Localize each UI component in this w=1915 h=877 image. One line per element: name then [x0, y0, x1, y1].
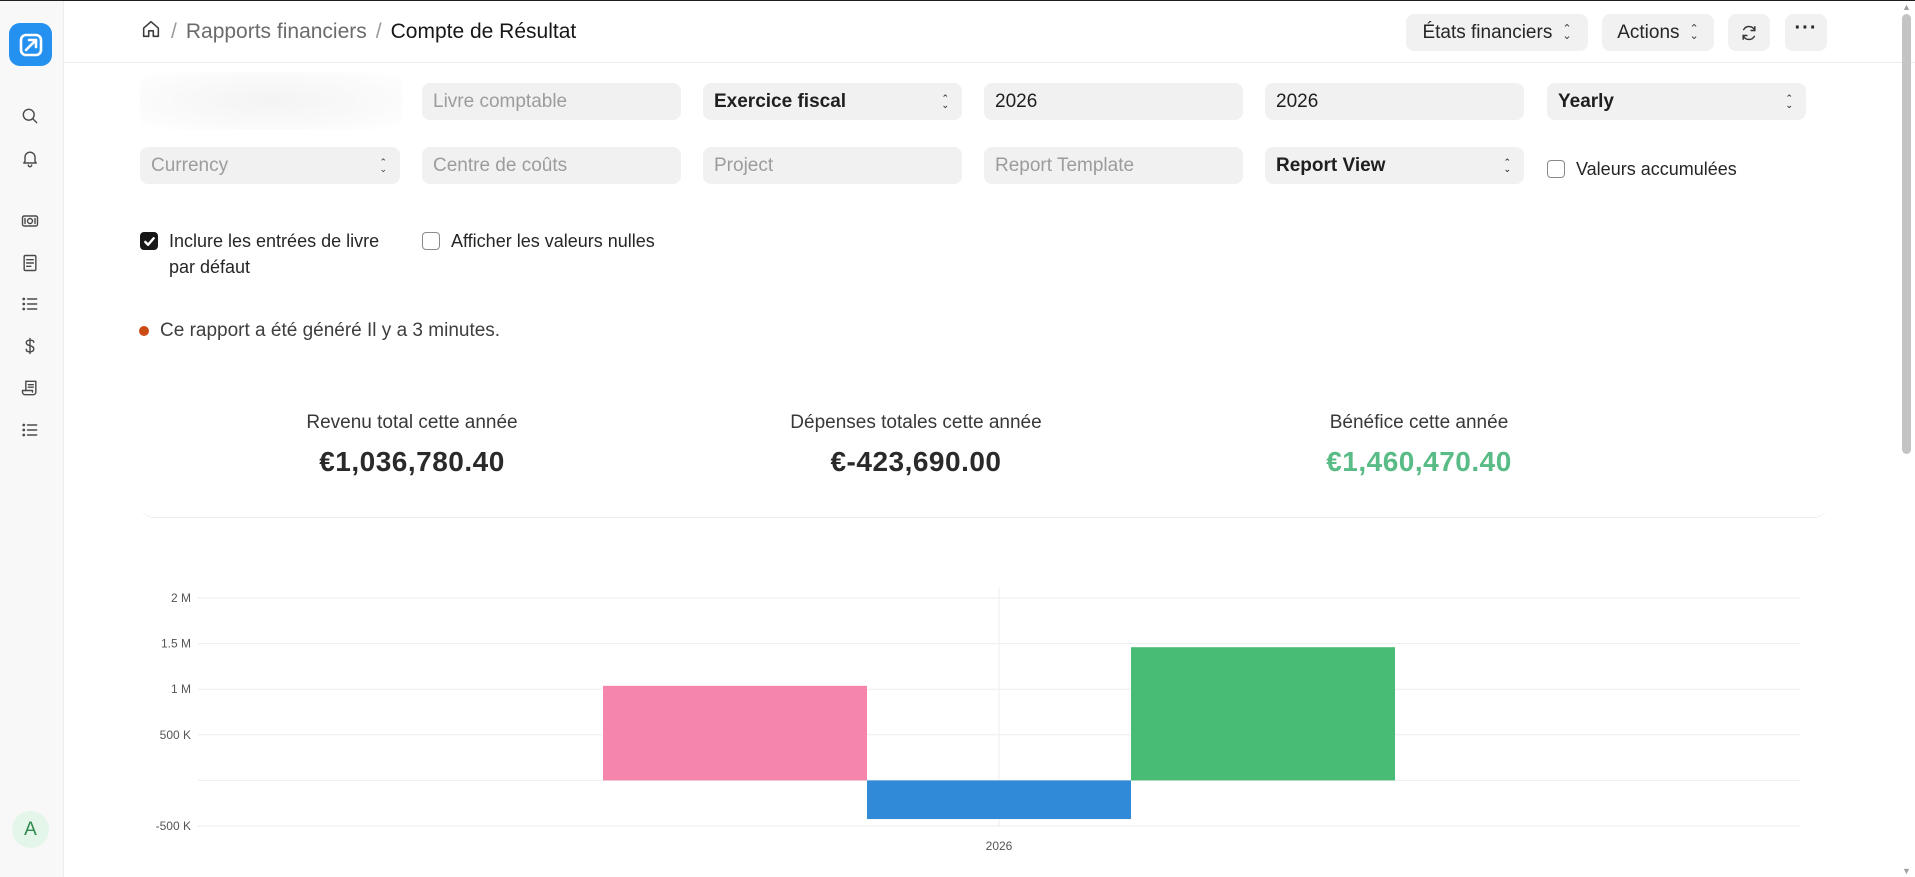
bell-icon[interactable]	[18, 146, 42, 170]
chevron-up-down-icon: ⌃ ⌄	[1562, 22, 1572, 42]
page-title: Compte de Résultat	[390, 20, 577, 43]
money-icon[interactable]	[18, 209, 42, 233]
chevron-up-down-icon: ⌃ ⌄	[1689, 22, 1699, 42]
chart-bar	[1131, 647, 1395, 781]
more-options-button[interactable]: ···	[1785, 14, 1827, 51]
report-view-select[interactable]: Report View ⌃ ⌄	[1265, 147, 1524, 184]
total-income-label: Revenu total cette année	[306, 412, 518, 433]
total-expense-stat: Dépenses totales cette année €-423,690.0…	[706, 412, 1126, 478]
actions-label: Actions	[1617, 21, 1680, 43]
actions-dropdown[interactable]: Actions ⌃ ⌄	[1602, 14, 1714, 51]
y-tick-label: 500 K	[160, 728, 191, 742]
y-tick-label: 1 M	[171, 682, 191, 696]
accumulated-values-label: Valeurs accumulées	[1576, 159, 1737, 179]
show-zero-values-checkbox-row[interactable]: Afficher les valeurs nulles	[422, 228, 655, 254]
y-tick-label: 2 M	[171, 591, 191, 605]
status-message: Ce rapport a été généré Il y a 3 minutes…	[160, 320, 501, 341]
project-field[interactable]: Project	[703, 147, 962, 184]
y-tick-label: 1.5 M	[161, 637, 191, 651]
currency-select[interactable]: Currency ⌃ ⌄	[140, 147, 400, 184]
y-tick-label: -500 K	[156, 819, 191, 833]
period-type-value: Exercice fiscal	[714, 90, 847, 112]
include-default-book-label: Inclure les entrées de livre par défaut	[169, 228, 379, 280]
report-template-field[interactable]: Report Template	[984, 147, 1243, 184]
search-icon[interactable]	[18, 104, 42, 128]
total-income-stat: Revenu total cette année €1,036,780.40	[202, 412, 622, 478]
avatar[interactable]: A	[12, 811, 49, 848]
home-icon[interactable]	[140, 18, 162, 46]
to-year-field[interactable]: 2026	[1265, 83, 1524, 120]
profit-stat: Bénéfice cette année €1,460,470.40	[1209, 412, 1629, 478]
include-default-book-label-line2: par défaut	[169, 257, 251, 277]
scrollbar-thumb[interactable]	[1902, 14, 1911, 454]
more-horizontal-icon: ···	[1794, 17, 1818, 39]
scroll-up-arrow-icon[interactable]: ▲	[1901, 2, 1912, 12]
total-expense-value: €-423,690.00	[830, 446, 1002, 477]
chevron-up-down-icon: ⌃ ⌄	[941, 93, 949, 110]
show-zero-values-checkbox[interactable]	[422, 232, 440, 250]
financial-statements-dropdown[interactable]: États financiers ⌃ ⌄	[1406, 14, 1588, 51]
breadcrumb-parent-link[interactable]: Rapports financiers	[186, 20, 367, 44]
chart-bar	[603, 685, 867, 781]
chevron-up-down-icon: ⌃ ⌄	[1503, 157, 1511, 174]
include-default-book-checkbox[interactable]	[140, 232, 158, 250]
book-icon[interactable]	[18, 251, 42, 275]
list-icon[interactable]	[18, 418, 42, 442]
report-view-value: Report View	[1276, 154, 1386, 176]
company-field-blurred[interactable]	[140, 72, 402, 130]
list-icon[interactable]	[18, 292, 42, 316]
cost-center-field[interactable]: Centre de coûts	[422, 147, 681, 184]
from-year-field[interactable]: 2026	[984, 83, 1243, 120]
x-tick-label: 2026	[986, 839, 1013, 853]
periodicity-select[interactable]: Yearly ⌃ ⌄	[1547, 83, 1806, 120]
financial-statements-label: États financiers	[1422, 21, 1553, 43]
profit-label: Bénéfice cette année	[1329, 412, 1509, 433]
total-expense-label: Dépenses totales cette année	[790, 412, 1042, 433]
include-default-book-label-line1: Inclure les entrées de livre	[169, 231, 380, 251]
scroll-down-arrow-icon[interactable]: ▼	[1901, 866, 1912, 876]
breadcrumb-separator: /	[375, 20, 382, 43]
chart-svg: 2 M 1.5 M 1 M 500 K -500 K 2026	[156, 588, 1800, 853]
chevron-up-down-icon: ⌃ ⌄	[379, 157, 387, 174]
currency-placeholder: Currency	[151, 154, 229, 176]
refresh-icon	[1739, 23, 1759, 43]
ledger-field[interactable]: Livre comptable	[422, 83, 681, 120]
app-logo-icon[interactable]	[9, 23, 52, 66]
report-status: Ce rapport a été généré Il y a 3 minutes…	[139, 320, 500, 342]
app-root: A / Rapports financiers / Compte de Résu…	[0, 0, 1915, 877]
sidebar: A	[0, 1, 64, 877]
show-zero-values-label: Afficher les valeurs nulles	[451, 231, 655, 251]
chart-bar	[867, 780, 1131, 820]
breadcrumb: / Rapports financiers / Compte de Résult…	[140, 18, 576, 46]
total-income-value: €1,036,780.40	[319, 446, 505, 477]
period-type-select[interactable]: Exercice fiscal ⌃ ⌄	[703, 83, 962, 120]
income-chart: 2 M 1.5 M 1 M 500 K -500 K 2026	[140, 570, 1830, 870]
page-header: / Rapports financiers / Compte de Résult…	[64, 1, 1915, 63]
accumulated-values-checkbox-row[interactable]: Valeurs accumulées	[1547, 156, 1737, 182]
summary-card: Revenu total cette année €1,036,780.40 D…	[140, 398, 1828, 518]
dollar-icon[interactable]	[18, 334, 42, 358]
check-icon	[143, 236, 155, 246]
periodicity-value: Yearly	[1558, 90, 1614, 112]
include-default-book-checkbox-row[interactable]: Inclure les entrées de livre par défaut	[140, 228, 379, 280]
status-dot	[139, 326, 149, 336]
receipt-icon[interactable]	[18, 376, 42, 400]
accumulated-values-checkbox[interactable]	[1547, 160, 1565, 178]
profit-value: €1,460,470.40	[1326, 446, 1512, 477]
chevron-up-down-icon: ⌃ ⌄	[1785, 93, 1793, 110]
breadcrumb-separator: /	[171, 20, 177, 43]
refresh-button[interactable]	[1728, 14, 1770, 51]
